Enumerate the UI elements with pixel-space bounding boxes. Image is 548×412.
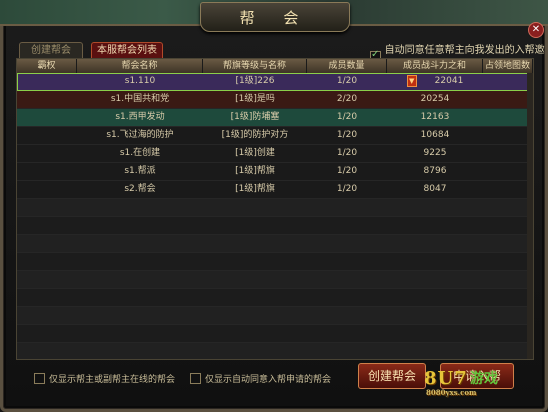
col-guild-name[interactable]: 帮会名称: [77, 59, 203, 73]
watermark-sub: 8080yxs.com: [426, 388, 477, 397]
cell-flag: [1级]帮旗: [235, 166, 275, 176]
cell-power: 20254: [420, 94, 450, 104]
cell-maps: [483, 163, 533, 180]
table-header: 霸权 帮会名称 帮旗等级与名称 成员数量 成员战斗力之和 占领地图数: [17, 59, 533, 73]
cell-rank: [17, 109, 77, 126]
cell-maps: [483, 181, 533, 198]
cell-members: 1/20: [336, 148, 358, 158]
table-row-empty: [17, 307, 533, 325]
cell-rank: [17, 73, 77, 90]
table-row-empty: [17, 253, 533, 271]
cell-maps: [483, 91, 533, 108]
guild-table: 霸权 帮会名称 帮旗等级与名称 成员数量 成员战斗力之和 占领地图数 s1.11…: [16, 58, 534, 360]
table-row-empty: [17, 289, 533, 307]
table-row[interactable]: s1.中国共和党 [1级]是吗 2/20 20254: [17, 91, 533, 109]
filter-online-checkbox[interactable]: [34, 373, 45, 384]
table-row[interactable]: s1.飞过海的防护 [1级]的防护对方 1/20 10684: [17, 127, 533, 145]
cell-members: 1/20: [336, 166, 358, 176]
cell-power: 9225: [423, 148, 447, 158]
cell-flag: [1级]是吗: [235, 94, 275, 104]
close-icon[interactable]: ✕: [528, 22, 544, 38]
cell-flag: [1级]的防护对方: [221, 130, 289, 140]
col-rank[interactable]: 霸权: [17, 59, 77, 73]
cell-rank: [17, 91, 77, 108]
cell-guild-name: s1.西甲发动: [115, 112, 165, 122]
col-maps[interactable]: 占领地图数: [483, 59, 533, 73]
table-row-empty: [17, 271, 533, 289]
cell-guild-name: s1.中国共和党: [110, 94, 170, 104]
table-row-empty: [17, 217, 533, 235]
cell-maps: [483, 109, 533, 126]
cell-power: 10684: [420, 130, 450, 140]
cell-power: 12163: [420, 112, 450, 122]
cell-rank: [17, 181, 77, 198]
watermark-logo: 游戏: [470, 371, 498, 387]
filter-online-leaders[interactable]: 仅显示帮主或副帮主在线的帮会: [34, 372, 175, 385]
filter-online-label: 仅显示帮主或副帮主在线的帮会: [49, 375, 176, 385]
watermark-main: 8U7: [424, 368, 468, 389]
cell-members: 1/20: [336, 130, 358, 140]
tab-guild-list[interactable]: 本服帮会列表: [91, 42, 163, 59]
table-row-empty: [17, 343, 533, 359]
cell-power: 8796: [423, 166, 447, 176]
watermark-logo-text: 8U7 8080yxs.com: [424, 368, 476, 397]
col-flag[interactable]: 帮旗等级与名称: [203, 59, 307, 73]
table-row[interactable]: s1.110 [1级]226 1/20 ▼ 22041: [17, 73, 533, 91]
table-scrollbar[interactable]: [527, 73, 533, 359]
create-guild-button[interactable]: 创建帮会: [358, 363, 426, 389]
table-body: s1.110 [1级]226 1/20 ▼ 22041 s1.中国共和党 [1级]是吗 2/2…: [17, 73, 533, 359]
cell-guild-name: s1.飞过海的防护: [106, 130, 174, 140]
cell-power: 8047: [423, 184, 447, 194]
filter-auto-label: 仅显示自动同意入帮申请的帮会: [205, 375, 332, 385]
cell-maps: [483, 145, 533, 162]
cell-guild-name: s1.帮派: [124, 166, 156, 176]
cell-guild-name: s1.在创建: [119, 148, 161, 158]
table-row[interactable]: s1.在创建 [1级]创建 1/20 9225: [17, 145, 533, 163]
power-value: 22041: [434, 76, 464, 86]
filter-auto-checkbox[interactable]: [190, 373, 201, 384]
table-row-empty: [17, 235, 533, 253]
filter-auto-accept[interactable]: 仅显示自动同意入帮申请的帮会: [190, 372, 331, 385]
cell-flag: [1级]226: [235, 76, 275, 86]
cell-maps: [483, 73, 533, 90]
col-members[interactable]: 成员数量: [307, 59, 387, 73]
table-row-empty: [17, 325, 533, 343]
tab-create-guild[interactable]: 创建帮会: [19, 42, 83, 59]
col-power[interactable]: 成员战斗力之和: [387, 59, 483, 73]
cell-maps: [483, 127, 533, 144]
table-row-empty: [17, 199, 533, 217]
cell-flag: [1级]帮旗: [235, 184, 275, 194]
cell-members: 1/20: [336, 184, 358, 194]
cell-members: 2/20: [336, 94, 358, 104]
cell-rank: [17, 127, 77, 144]
cell-members: 1/20: [336, 112, 358, 122]
cell-flag: [1级]防埔塞: [230, 112, 280, 122]
table-row[interactable]: s1.帮派 [1级]帮旗 1/20 8796: [17, 163, 533, 181]
table-row[interactable]: s2.帮会 [1级]帮旗 1/20 8047: [17, 181, 533, 199]
cell-flag: [1级]创建: [235, 148, 275, 158]
cell-guild-name: s1.110: [124, 76, 156, 86]
cell-rank: [17, 145, 77, 162]
cell-power: ▼ 22041: [387, 73, 483, 90]
cell-guild-name: s2.帮会: [124, 184, 156, 194]
cell-rank: [17, 163, 77, 180]
cell-members: 1/20: [336, 76, 358, 86]
table-row[interactable]: s1.西甲发动 [1级]防埔塞 1/20 12163: [17, 109, 533, 127]
rank-badge-icon: ▼: [406, 74, 417, 87]
window-title: 帮 会: [200, 2, 350, 32]
